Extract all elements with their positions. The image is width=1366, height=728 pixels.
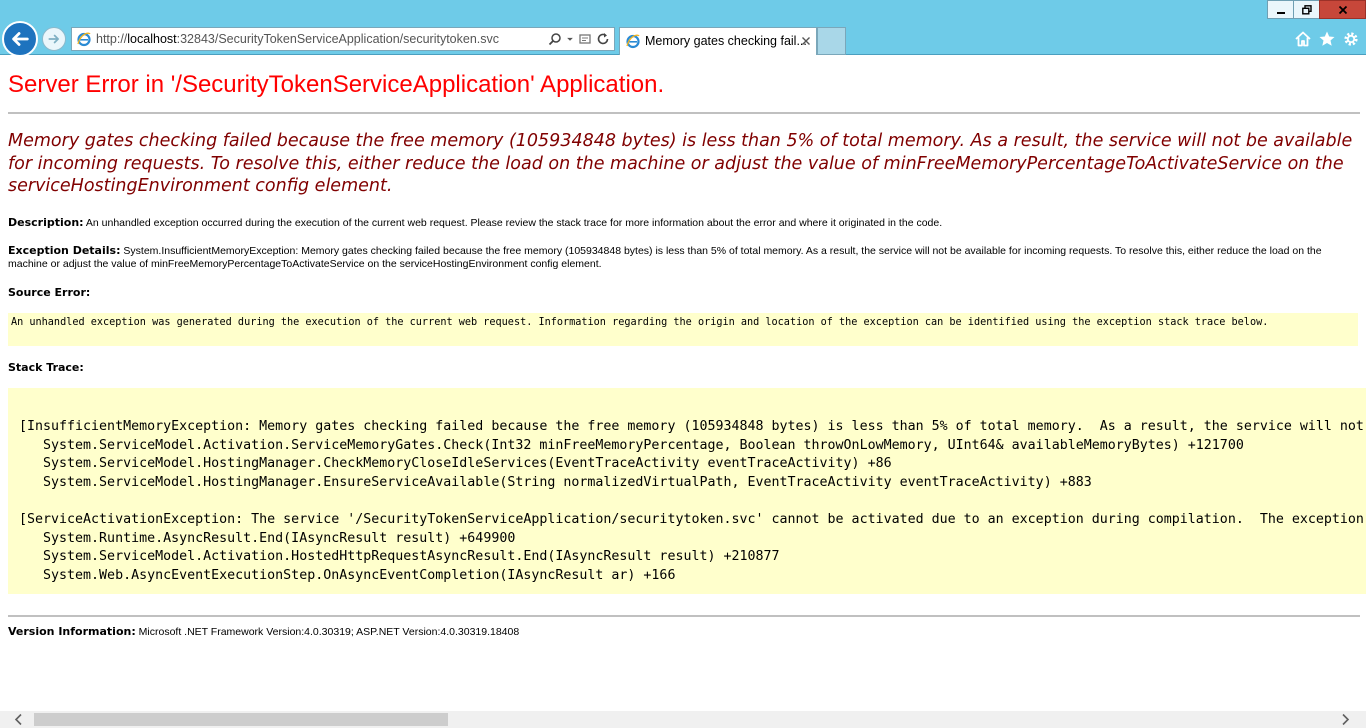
exception-details-text: System.InsufficientMemoryException: Memo… [8, 245, 1322, 270]
tab-close-icon [801, 36, 810, 45]
forward-button[interactable] [42, 27, 66, 51]
ie-logo-icon [626, 34, 640, 49]
browser-tab[interactable]: Memory gates checking fail... [619, 27, 817, 55]
version-label: Version Information: [8, 625, 136, 638]
back-arrow-icon [12, 32, 29, 46]
error-message: Memory gates checking failed because the… [8, 131, 1353, 196]
source-error-label: Source Error: [8, 286, 91, 299]
minimize-button[interactable] [1267, 0, 1294, 19]
version-information: Version Information: Microsoft .NET Fram… [8, 625, 1360, 639]
window-controls [1267, 0, 1366, 19]
stack-trace-line: System.Web.AsyncEventExecutionStep.OnAsy… [19, 567, 676, 583]
back-button[interactable] [2, 21, 38, 57]
search-icon[interactable] [548, 32, 562, 46]
description-label: Description: [8, 216, 84, 229]
address-tools [548, 28, 610, 50]
restore-button[interactable] [1293, 0, 1320, 19]
stack-trace-line: System.ServiceModel.Activation.ServiceMe… [19, 437, 1244, 453]
window-close-icon [1338, 5, 1347, 14]
stack-trace-line: [InsufficientMemoryException: Memory gat… [19, 419, 1364, 434]
favorites-star-icon[interactable] [1318, 30, 1336, 48]
tab-title: Memory gates checking fail... [645, 34, 807, 48]
address-bar[interactable]: http://localhost:32843/SecurityTokenServ… [71, 27, 615, 51]
tools-gear-icon[interactable] [1342, 30, 1360, 48]
scrollbar-thumb[interactable] [34, 713, 448, 726]
stack-trace-line: System.ServiceModel.HostingManager.Check… [19, 456, 892, 472]
browser-chrome: http://localhost:32843/SecurityTokenServ… [0, 0, 1366, 57]
dropdown-icon[interactable] [566, 32, 574, 46]
source-error-box: An unhandled exception was generated dur… [8, 313, 1358, 346]
restore-icon [1301, 4, 1312, 14]
description-paragraph: Description: An unhandled exception occu… [8, 216, 1360, 230]
window-close-button[interactable] [1319, 0, 1366, 19]
home-icon[interactable] [1294, 30, 1312, 48]
version-text: Microsoft .NET Framework Version:4.0.303… [135, 626, 520, 638]
address-url: http://localhost:32843/SecurityTokenServ… [96, 32, 500, 46]
stack-trace-line: System.ServiceModel.HostingManager.Ensur… [19, 474, 1092, 490]
stack-trace-box: [InsufficientMemoryException: Memory gat… [8, 388, 1366, 594]
stack-trace-line: System.Runtime.AsyncResult.End(IAsyncRes… [19, 530, 516, 546]
exception-details-paragraph: Exception Details: System.InsufficientMe… [8, 244, 1360, 271]
stack-trace-label: Stack Trace: [8, 361, 84, 374]
scroll-left-icon[interactable] [14, 713, 23, 726]
tab-close-button[interactable] [798, 33, 813, 48]
exception-details-label: Exception Details: [8, 244, 121, 257]
divider [8, 615, 1360, 617]
new-tab-button[interactable] [817, 27, 846, 55]
horizontal-scrollbar[interactable] [0, 711, 1366, 728]
stack-trace-line: System.ServiceModel.Activation.HostedHtt… [19, 549, 780, 565]
minimize-icon [1276, 11, 1285, 14]
toolbar-icons [1294, 30, 1360, 48]
description-text: An unhandled exception occurred during t… [83, 217, 943, 229]
ie-logo-icon [77, 32, 91, 47]
forward-arrow-icon [48, 34, 59, 44]
page-title: Server Error in '/SecurityTokenServiceAp… [8, 71, 665, 98]
scroll-right-icon[interactable] [1341, 713, 1350, 726]
stack-trace-line [19, 492, 1366, 511]
refresh-icon[interactable] [596, 32, 610, 46]
compatibility-view-icon[interactable] [578, 32, 592, 46]
stack-trace-line: [ServiceActivationException: The service… [19, 511, 1364, 527]
divider [8, 112, 1360, 114]
